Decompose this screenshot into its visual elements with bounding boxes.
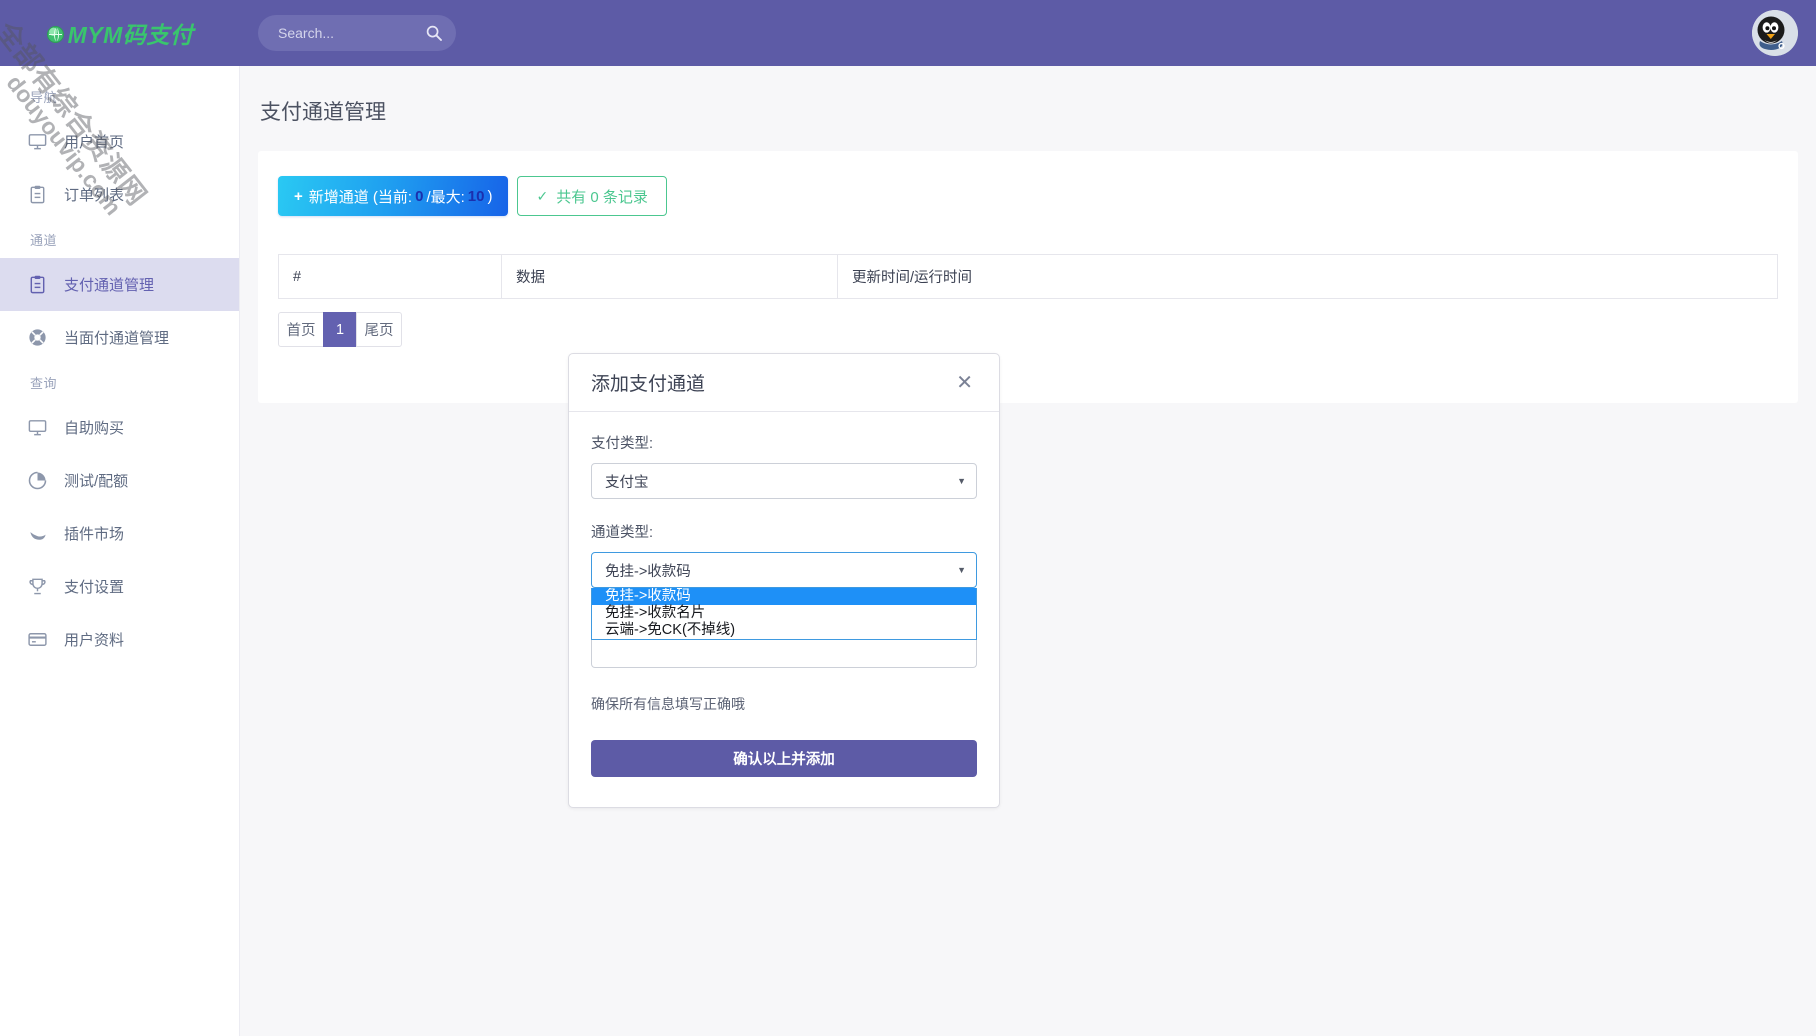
add-channel-text-after: ) bbox=[487, 188, 492, 205]
table-column-time: 更新时间/运行时间 bbox=[838, 255, 1778, 299]
dialog-body: 支付类型: 支付宝 ▼ 通道类型: 免挂->收款码 ▼ 免挂->收款码 免挂->… bbox=[569, 412, 999, 807]
globe-icon bbox=[47, 26, 64, 43]
sidebar-item-label: 插件市场 bbox=[64, 523, 124, 544]
search-input[interactable] bbox=[276, 24, 426, 42]
avatar[interactable] bbox=[1752, 10, 1798, 56]
record-count-button[interactable]: ✓ 共有 0 条记录 bbox=[517, 176, 666, 216]
current-channel-count: 0 bbox=[414, 188, 424, 205]
card-icon bbox=[26, 629, 48, 651]
pagination: 首页 1 尾页 bbox=[278, 312, 1778, 347]
search-icon[interactable] bbox=[426, 25, 442, 41]
channel-type-label: 通道类型: bbox=[591, 521, 977, 542]
page-title: 支付通道管理 bbox=[240, 66, 1816, 126]
sidebar-group-label-channel: 通道 bbox=[0, 221, 239, 258]
add-channel-button[interactable]: + 新增通道 (当前: 0/最大: 10) bbox=[278, 176, 508, 216]
confirm-add-button[interactable]: 确认以上并添加 bbox=[591, 740, 977, 777]
sidebar-item-label: 支付设置 bbox=[64, 576, 124, 597]
clipboard-icon bbox=[26, 274, 48, 296]
add-payment-channel-dialog: 添加支付通道 ✕ 支付类型: 支付宝 ▼ 通道类型: 免挂->收款码 ▼ 免挂-… bbox=[568, 353, 1000, 808]
add-channel-text-middle: /最大: bbox=[426, 186, 464, 207]
search-box[interactable] bbox=[258, 15, 456, 51]
table-header-row: # 数据 更新时间/运行时间 bbox=[279, 255, 1778, 299]
form-hint: 确保所有信息填写正确哦 bbox=[591, 694, 977, 714]
top-header-bar: MYM码支付 bbox=[0, 0, 1816, 66]
plus-icon: + bbox=[294, 188, 303, 205]
sidebar-item-self-purchase[interactable]: 自助购买 bbox=[0, 401, 239, 454]
dialog-title: 添加支付通道 bbox=[591, 369, 952, 396]
sidebar-item-user-profile[interactable]: 用户资料 bbox=[0, 613, 239, 666]
channel-type-option-2[interactable]: 云端->免CK(不掉线) bbox=[592, 622, 976, 639]
add-channel-text-before: 新增通道 (当前: bbox=[309, 186, 412, 207]
sidebar-item-label: 当面付通道管理 bbox=[64, 327, 169, 348]
sidebar-group-label-query: 查询 bbox=[0, 364, 239, 401]
sidebar-item-label: 自助购买 bbox=[64, 417, 124, 438]
channel-type-option-0[interactable]: 免挂->收款码 bbox=[592, 588, 976, 605]
channel-table: # 数据 更新时间/运行时间 bbox=[278, 254, 1778, 299]
sidebar-item-user-home[interactable]: 用户首页 bbox=[0, 115, 239, 168]
channel-type-value: 免挂->收款码 bbox=[605, 560, 691, 581]
sidebar-item-label: 测试/配额 bbox=[64, 470, 128, 491]
pay-type-label: 支付类型: bbox=[591, 432, 977, 453]
brand-label: MYM码支付 bbox=[68, 16, 194, 50]
sidebar-item-label: 用户首页 bbox=[64, 131, 124, 152]
table-column-index: # bbox=[279, 255, 502, 299]
close-icon[interactable]: ✕ bbox=[952, 371, 977, 395]
pie-chart-icon bbox=[26, 470, 48, 492]
sidebar-item-label: 用户资料 bbox=[64, 629, 124, 650]
pay-type-select[interactable]: 支付宝 ▼ bbox=[591, 463, 977, 499]
sidebar-group-label-nav: 导航 bbox=[0, 78, 239, 115]
brand-logo[interactable]: MYM码支付 bbox=[0, 16, 240, 50]
pagination-first[interactable]: 首页 bbox=[278, 312, 324, 347]
pagination-last[interactable]: 尾页 bbox=[356, 312, 402, 347]
channel-type-options-tail bbox=[591, 640, 977, 668]
dialog-header: 添加支付通道 ✕ bbox=[569, 354, 999, 412]
sidebar-item-facepay-channel-management[interactable]: 当面付通道管理 bbox=[0, 311, 239, 364]
pagination-page-1[interactable]: 1 bbox=[323, 312, 357, 347]
lifebuoy-icon bbox=[26, 327, 48, 349]
sidebar: 导航 用户首页 订单列表 通道 bbox=[0, 66, 240, 1036]
sidebar-item-order-list[interactable]: 订单列表 bbox=[0, 168, 239, 221]
card-toolbar: + 新增通道 (当前: 0/最大: 10) ✓ 共有 0 条记录 bbox=[278, 176, 1778, 216]
sidebar-item-payment-channel-management[interactable]: 支付通道管理 bbox=[0, 258, 239, 311]
channel-type-select[interactable]: 免挂->收款码 ▼ bbox=[591, 552, 977, 588]
monitor-icon bbox=[26, 131, 48, 153]
channel-type-option-1[interactable]: 免挂->收款名片 bbox=[592, 605, 976, 622]
check-icon: ✓ bbox=[536, 188, 548, 205]
sidebar-item-test-quota[interactable]: 测试/配额 bbox=[0, 454, 239, 507]
trophy-icon bbox=[26, 576, 48, 598]
max-channel-count: 10 bbox=[467, 188, 486, 205]
chevron-down-icon: ▼ bbox=[957, 565, 966, 575]
monitor-icon bbox=[26, 417, 48, 439]
sidebar-item-label: 支付通道管理 bbox=[64, 274, 154, 295]
pay-type-value: 支付宝 bbox=[605, 471, 649, 492]
channel-type-options-list[interactable]: 免挂->收款码 免挂->收款名片 云端->免CK(不掉线) bbox=[591, 588, 977, 640]
channel-card: + 新增通道 (当前: 0/最大: 10) ✓ 共有 0 条记录 # 数据 更新时… bbox=[258, 151, 1798, 403]
table-column-data: 数据 bbox=[502, 255, 838, 299]
sidebar-item-plugin-market[interactable]: 插件市场 bbox=[0, 507, 239, 560]
sidebar-item-payment-settings[interactable]: 支付设置 bbox=[0, 560, 239, 613]
clipboard-icon bbox=[26, 184, 48, 206]
chevron-down-icon: ▼ bbox=[957, 476, 966, 486]
sidebar-item-label: 订单列表 bbox=[64, 184, 124, 205]
record-count-label: 共有 0 条记录 bbox=[556, 186, 648, 207]
moon-icon bbox=[26, 523, 48, 545]
main-content: 支付通道管理 + 新增通道 (当前: 0/最大: 10) ✓ 共有 0 条记录 #… bbox=[240, 66, 1816, 1036]
